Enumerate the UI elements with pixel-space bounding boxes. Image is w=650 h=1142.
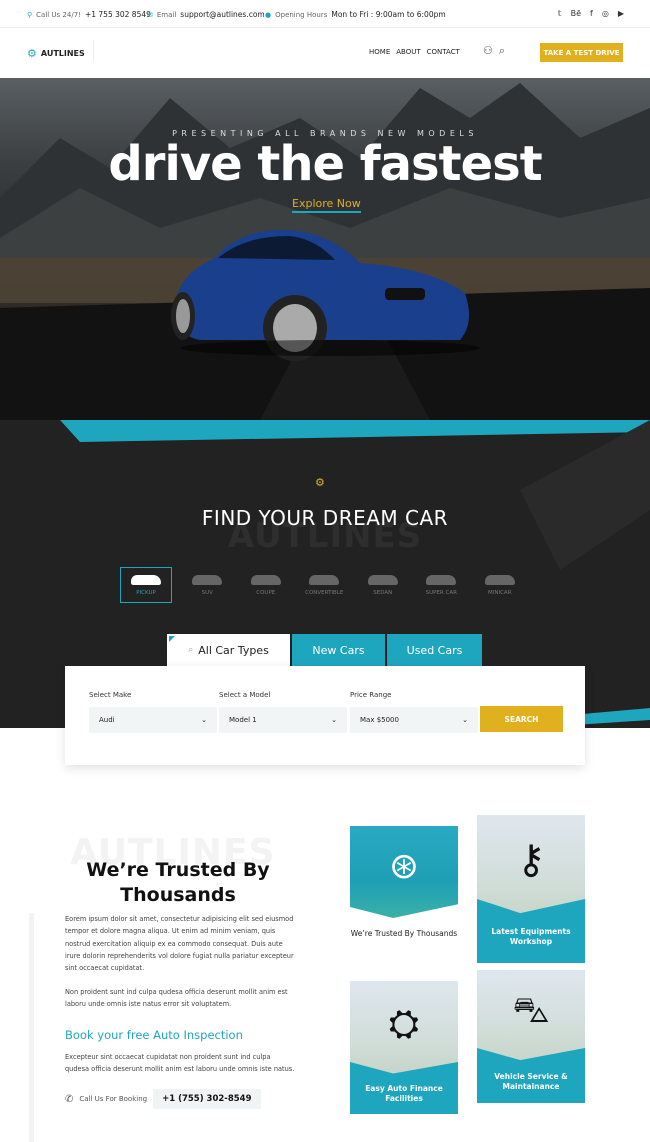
mail-icon: ✉ (147, 10, 153, 19)
tab-all-car-types[interactable]: ⌕ All Car Types (167, 634, 290, 666)
convertible-icon (309, 574, 340, 585)
phone-link[interactable]: +1 755 302 8549 (85, 10, 151, 19)
header: ⚙ AUTLINES HOME ABOUT CONTACT ⚇ ⌕ TAKE A T… (0, 28, 650, 78)
search-button[interactable]: SEARCH (480, 706, 563, 732)
nav-home[interactable]: HOME (369, 48, 390, 56)
car-type-coupe[interactable]: COUPE (237, 567, 296, 603)
car-type-convertible[interactable]: CONVERTIBLE (295, 567, 354, 603)
nav-contact[interactable]: CONTACT (427, 48, 460, 56)
feature-title: Vehicle Service & Maintainance (477, 1048, 585, 1103)
sedan-icon (367, 574, 398, 585)
belt-icon: ⛭ (388, 1001, 420, 1045)
feature-title: We’re Trusted By Thousands (350, 929, 458, 938)
suv-icon (192, 574, 223, 585)
nav-about[interactable]: ABOUT (396, 48, 420, 56)
location-icon: ⚲ (27, 10, 33, 19)
car-type-pickup[interactable]: PICKUP (120, 567, 172, 603)
booking-call: ✆ Call Us For Booking +1 (755) 302-8549 (65, 1089, 261, 1109)
super-car-icon (426, 574, 457, 585)
car-type-super-car[interactable]: SUPER CAR (412, 567, 471, 603)
chevron-down-icon: ⌄ (201, 716, 207, 724)
clock-icon: ● (265, 10, 272, 19)
search-icon[interactable]: ⌕ (499, 44, 505, 58)
make-select[interactable]: Audi ⌄ (89, 707, 217, 733)
tab-new-cars[interactable]: New Cars (292, 634, 385, 666)
price-field: Price Range Max $5000 ⌄ (350, 691, 478, 733)
book-inspection-title: Book your free Auto Inspection (65, 1028, 243, 1042)
divider (29, 913, 34, 1142)
phone-icon: ✆ (65, 1093, 74, 1105)
logo[interactable]: ⚙ AUTLINES (27, 40, 94, 62)
feature-title: Latest Equipments Workshop (477, 899, 585, 963)
tab-used-cars[interactable]: Used Cars (387, 634, 482, 666)
hero: PRESENTING ALL BRANDS NEW MODELS drive t… (0, 78, 650, 420)
test-drive-button[interactable]: TAKE A TEST DRIVE (540, 43, 623, 62)
feature-card-workshop[interactable]: ⚷ Latest Equipments Workshop (477, 815, 585, 963)
about-paragraph-3: Excepteur sint occaecat cupidatat non pr… (65, 1053, 295, 1074)
booking-phone[interactable]: +1 (755) 302-8549 (153, 1089, 261, 1109)
twitter-icon[interactable]: 𝕥 (558, 9, 562, 18)
make-field: Select Make Audi ⌄ (89, 691, 217, 733)
email-link[interactable]: support@autlines.com (180, 10, 264, 19)
chevron-down-icon: ⌄ (331, 716, 337, 724)
pickup-icon (131, 574, 161, 585)
section-title: FIND YOUR DREAM CAR (201, 506, 449, 530)
user-icon[interactable]: ⚇ (483, 44, 493, 58)
minicar-icon (484, 574, 515, 585)
price-select[interactable]: Max $5000 ⌄ (350, 707, 478, 733)
car-type-sedan[interactable]: SEDAN (354, 567, 413, 603)
car-check-icon: ⛍ (512, 990, 550, 1031)
email-info: ✉ Email support@autlines.com (147, 10, 265, 19)
hero-title: drive the fastest (108, 136, 542, 192)
search-icon: ⌕ (188, 645, 194, 655)
car-type-suv[interactable]: SUV (178, 567, 237, 603)
feature-card-trusted[interactable]: ⊛ (350, 826, 458, 918)
car-type-minicar[interactable]: MINICAR (471, 567, 530, 603)
youtube-icon[interactable]: ▶ (618, 9, 624, 18)
about-paragraph-1: Eorem ipsum dolor sit amet, consectetur … (65, 915, 294, 973)
coupe-icon (250, 574, 281, 585)
about-paragraph-2: Non proident sunt ind culpa qudesa offic… (65, 988, 288, 1009)
call-info: ⚲ Call Us 24/7! +1 755 302 8549 (27, 10, 151, 19)
feature-card-service[interactable]: ⛍ Vehicle Service & Maintainance (477, 970, 585, 1103)
hours-info: ● Opening Hours Mon to Fri : 9:00am to 6:0… (265, 10, 446, 19)
chevron-down-icon: ⌄ (462, 716, 468, 724)
facebook-icon[interactable]: f (590, 9, 593, 18)
model-select[interactable]: Model 1 ⌄ (219, 707, 347, 733)
behance-icon[interactable]: Bē (571, 9, 581, 18)
about-title: We’re Trusted By Thousands (86, 859, 270, 906)
main-nav: HOME ABOUT CONTACT (369, 48, 460, 56)
key-icon: ⚷ (516, 837, 546, 883)
wheel-icon: ⊛ (388, 846, 420, 887)
topbar: ⚲ Call Us 24/7! +1 755 302 8549 ✉ Email supp… (0, 0, 650, 28)
logo-wheel-icon: ⚙ (27, 47, 37, 60)
feature-title: Easy Auto Finance Facilities (350, 1062, 458, 1114)
instagram-icon[interactable]: ◎ (602, 9, 609, 18)
logo-wheel-icon: ⚙ (315, 476, 325, 489)
model-field: Select a Model Model 1 ⌄ (219, 691, 347, 733)
social-links: 𝕥 Bē f ◎ ▶ (558, 9, 624, 18)
search-tabs: ⌕ All Car Types New Cars Used Cars (167, 634, 484, 666)
search-form: Select Make Audi ⌄ Select a Model Model 1 ⌄ … (65, 666, 585, 765)
explore-now-link[interactable]: Explore Now (292, 197, 361, 213)
car-type-selector: PICKUP SUV COUPE CONVERTIBLE SEDAN SUPER… (120, 567, 529, 603)
feature-card-finance[interactable]: ⛭ Easy Auto Finance Facilities (350, 981, 458, 1114)
